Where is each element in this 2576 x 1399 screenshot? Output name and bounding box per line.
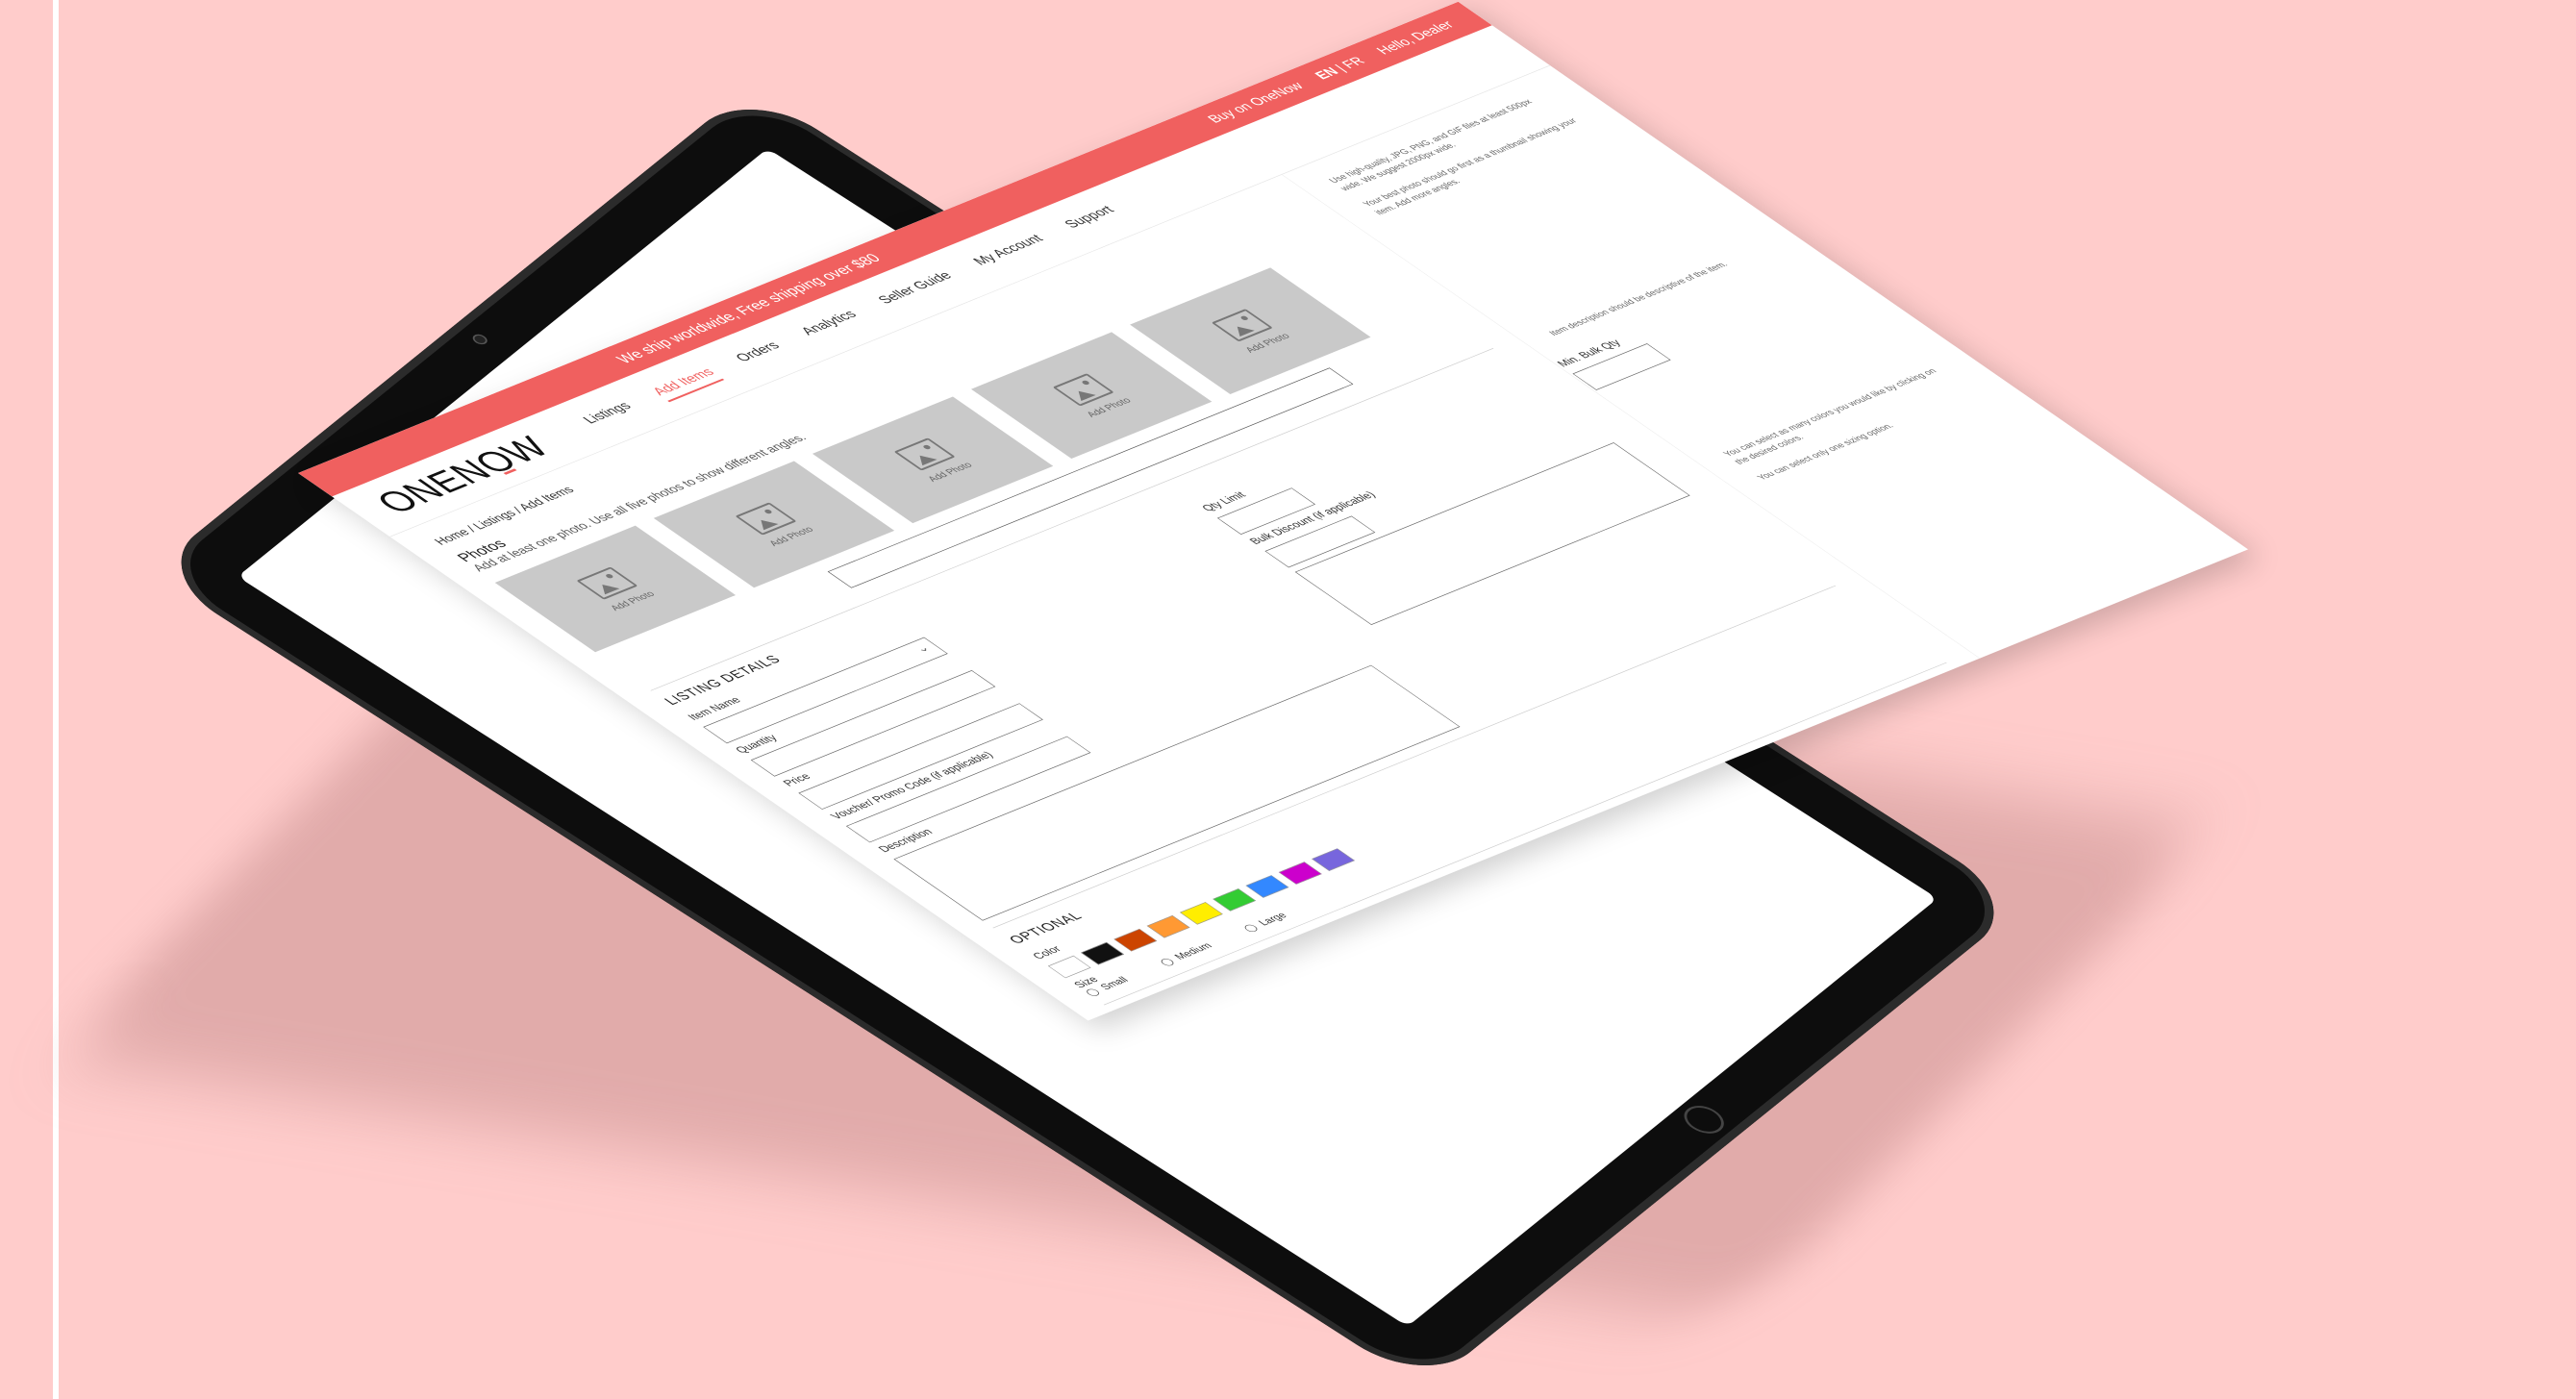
nav-add-items[interactable]: Add Items <box>649 365 725 403</box>
image-icon <box>735 502 797 536</box>
listing-note: Item description should be descriptive o… <box>1545 260 1730 337</box>
radio-icon[interactable] <box>1158 957 1176 967</box>
size-medium-label: Medium <box>1171 940 1215 962</box>
color-swatch-magenta[interactable] <box>1278 862 1322 885</box>
camera-icon <box>469 332 490 347</box>
color-swatch-rust[interactable] <box>1113 928 1158 952</box>
radio-icon[interactable] <box>1084 987 1102 998</box>
size-option-large[interactable]: Large <box>1241 911 1290 934</box>
color-swatch-blue[interactable] <box>1245 875 1289 898</box>
color-swatch-black[interactable] <box>1081 941 1124 965</box>
lang-fr[interactable]: FR <box>1338 55 1368 71</box>
nav-support[interactable]: Support <box>1062 204 1124 236</box>
color-swatch-white[interactable] <box>1047 955 1091 979</box>
size-small-label: Small <box>1097 975 1132 992</box>
image-icon <box>576 566 638 600</box>
image-icon <box>893 437 956 471</box>
nav-listings[interactable]: Listings <box>580 400 641 431</box>
nav-analytics[interactable]: Analytics <box>798 308 867 341</box>
size-large-label: Large <box>1255 911 1290 928</box>
radio-icon[interactable] <box>1241 923 1261 934</box>
image-icon <box>1211 309 1273 342</box>
nav-seller-guide[interactable]: Seller Guide <box>875 269 963 311</box>
color-label: Color <box>1030 944 1064 962</box>
device-mockup: We ship worldwide, Free shipping over $8… <box>0 0 2576 1399</box>
nav-orders[interactable]: Orders <box>733 339 790 368</box>
color-swatch-yellow[interactable] <box>1179 902 1223 925</box>
color-swatch-orange[interactable] <box>1146 915 1190 938</box>
color-swatch-purple[interactable] <box>1312 848 1356 871</box>
nav-my-account[interactable]: My Account <box>970 233 1054 272</box>
color-swatch-green[interactable] <box>1213 888 1257 912</box>
home-button <box>1676 1100 1732 1139</box>
image-icon <box>1052 373 1114 407</box>
